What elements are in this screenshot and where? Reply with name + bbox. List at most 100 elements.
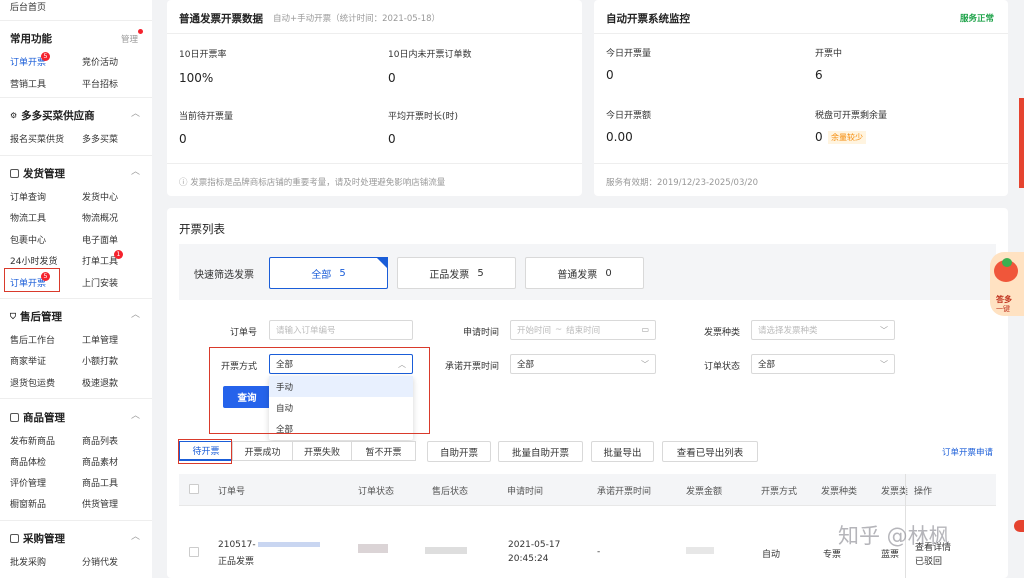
section-aftersale: ⛉ 售后管理 — [10, 311, 62, 323]
column-header: 操作 — [914, 487, 933, 497]
tab-failed[interactable]: 开票失败 — [292, 441, 352, 461]
highlight-box — [209, 347, 430, 434]
batch-export-button[interactable]: 批量导出 — [591, 441, 654, 462]
cart-icon — [10, 534, 19, 543]
select-all-checkbox[interactable] — [189, 484, 199, 494]
batch-self-invoice-button[interactable]: 批量自助开票 — [498, 441, 583, 462]
sidebar-item-return-shipping[interactable]: 退货包运费 — [10, 376, 55, 389]
tab-hold[interactable]: 暂不开票 — [351, 441, 416, 461]
rejected-status: 已驳回 — [915, 557, 943, 567]
notification-tab[interactable] — [1014, 520, 1024, 532]
highlight-box — [178, 439, 232, 464]
chip-normal[interactable]: 普通发票 0 — [525, 257, 644, 289]
invoice-type-label: 发票种类 — [703, 328, 740, 338]
sidebar-item-supply[interactable]: 供货管理 — [82, 497, 118, 510]
apply-time-range[interactable]: 开始时间 ~ 结束时间 ▭ — [510, 320, 656, 340]
column-header: 订单状态 — [358, 487, 395, 497]
invoice-type-select[interactable]: 请选择发票种类 ﹀ — [751, 320, 895, 340]
sidebar-item-evidence[interactable]: 商家举证 — [10, 354, 46, 367]
chip-all[interactable]: 全部 5 — [269, 257, 388, 289]
order-status-select[interactable]: 全部 ﹀ — [751, 354, 895, 374]
sidebar-item-wholesale[interactable]: 批发采购 — [10, 555, 46, 568]
stat-value: 0 — [388, 71, 396, 85]
sidebar-item-logistics-overview[interactable]: 物流概况 — [82, 211, 118, 224]
sidebar-item-print-tool[interactable]: 打单工具 — [82, 254, 118, 267]
section-duoduo: ⚙ 多多买菜供应商 — [10, 110, 95, 122]
promo-label: 一键 — [996, 305, 1010, 313]
sidebar-item-order-query[interactable]: 订单查询 — [10, 190, 46, 203]
sidebar-item-e-waybill[interactable]: 电子面单 — [82, 233, 118, 246]
chevron-up-icon[interactable]: ︿ — [131, 408, 140, 421]
sidebar-item-tender[interactable]: 平台招标 — [82, 77, 118, 90]
stat-label: 10日内未开票订单数 — [388, 50, 472, 60]
sidebar-item-review[interactable]: 评价管理 — [10, 476, 46, 489]
sidebar-item-ship-center[interactable]: 发货中心 — [82, 190, 118, 203]
divider — [167, 163, 582, 164]
sidebar-item-goods-tools[interactable]: 商品工具 — [82, 476, 118, 489]
card-title: 自动开票系统监控 — [606, 13, 690, 25]
sidebar-item-signup[interactable]: 报名买菜供货 — [10, 132, 64, 145]
column-header: 发票金额 — [686, 487, 723, 497]
stat-label: 10日开票率 — [179, 50, 227, 60]
divider — [594, 163, 1008, 164]
promise-select[interactable]: 全部 ﹀ — [510, 354, 656, 374]
count-badge: 5 — [41, 52, 50, 61]
order-no-input[interactable]: 请输入订单编号 — [269, 320, 413, 340]
sidebar-item-goods-material[interactable]: 商品素材 — [82, 455, 118, 468]
sidebar-item-fast-refund[interactable]: 极速退款 — [82, 376, 118, 389]
chevron-down-icon: ﹀ — [641, 360, 649, 369]
invoice-data-card: 普通发票开票数据 自动+手动开票（统计时间：2021-05-18） 10日开票率… — [167, 0, 582, 196]
tab-success[interactable]: 开票成功 — [232, 441, 293, 461]
chevron-up-icon[interactable]: ︿ — [131, 164, 140, 177]
info-icon: ⓘ — [179, 178, 191, 188]
sidebar-item-publish[interactable]: 发布新商品 — [10, 434, 55, 447]
row-checkbox[interactable] — [189, 547, 199, 557]
sidebar-item-dropship[interactable]: 分销代发 — [82, 555, 118, 568]
column-header: 申请时间 — [507, 487, 544, 497]
invoice-apply-link[interactable]: 订单开票申请 — [942, 446, 993, 458]
stat-value: 0 — [815, 130, 823, 144]
order-number-link[interactable]: 210517- — [218, 540, 320, 550]
quick-filter-label: 快速筛选发票 — [194, 270, 254, 281]
sidebar-item-goods-check[interactable]: 商品体检 — [10, 455, 46, 468]
sidebar-item-showcase[interactable]: 橱窗新品 — [10, 497, 46, 510]
column-header: 售后状态 — [432, 487, 469, 497]
table-header — [179, 474, 996, 506]
apply-time: 20:45:24 — [508, 554, 549, 564]
stat-label: 今日开票量 — [606, 49, 652, 59]
promo-widget[interactable]: 答多 一键 — [990, 252, 1024, 316]
sidebar-item-install[interactable]: 上门安装 — [82, 276, 118, 289]
section-purchase: 采购管理 — [10, 531, 65, 546]
column-header: 订单号 — [218, 487, 246, 497]
chevron-up-icon[interactable]: ︿ — [131, 529, 140, 542]
manage-link[interactable]: 管理 — [121, 33, 138, 45]
sidebar-item-24h[interactable]: 24小时发货 — [10, 254, 57, 267]
view-exported-button[interactable]: 查看已导出列表 — [662, 441, 758, 462]
divider — [0, 155, 152, 156]
sidebar-item-package-center[interactable]: 包裹中心 — [10, 233, 46, 246]
chevron-down-icon: ﹀ — [880, 360, 888, 369]
stat-label: 开票中 — [815, 49, 843, 59]
count-badge: 1 — [114, 250, 123, 259]
sidebar-item-bidding[interactable]: 竞价活动 — [82, 55, 118, 68]
sidebar-item-aftersale-desk[interactable]: 售后工作台 — [10, 333, 55, 346]
side-tab[interactable] — [1019, 98, 1024, 188]
section-common: 常用功能 — [10, 33, 52, 45]
card-title: 普通发票开票数据 — [179, 13, 263, 25]
chevron-up-icon[interactable]: ︿ — [131, 307, 140, 320]
sidebar-item-logistics-tools[interactable]: 物流工具 — [10, 211, 46, 224]
stat-value: 0 — [606, 68, 614, 82]
sidebar-item-goods-list[interactable]: 商品列表 — [82, 434, 118, 447]
sidebar-item-small-pay[interactable]: 小额打款 — [82, 354, 118, 367]
stat-label: 当前待开票量 — [179, 112, 234, 122]
section-goods: 商品管理 — [10, 410, 65, 425]
sidebar-item-duoduo[interactable]: 多多买菜 — [82, 132, 118, 145]
sidebar-item-marketing[interactable]: 营销工具 — [10, 77, 46, 90]
chevron-up-icon[interactable]: ︿ — [131, 106, 140, 119]
stat-value: 0.00 — [606, 130, 633, 144]
sidebar-item-home[interactable]: 后台首页 — [10, 0, 46, 13]
chip-genuine[interactable]: 正品发票 5 — [397, 257, 516, 289]
self-invoice-button[interactable]: 自助开票 — [427, 441, 491, 462]
stat-label: 今日开票额 — [606, 111, 652, 121]
sidebar-item-ticket[interactable]: 工单管理 — [82, 333, 118, 346]
